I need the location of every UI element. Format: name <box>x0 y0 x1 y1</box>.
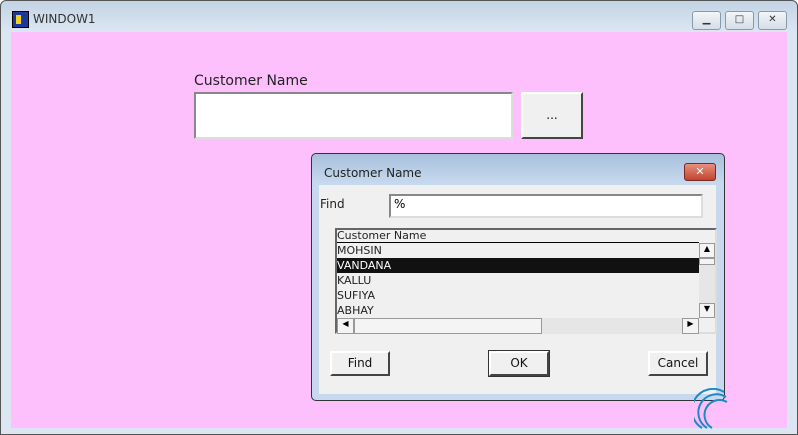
maximize-button[interactable]: □ <box>725 11 754 30</box>
list-item[interactable]: SUFIYA <box>337 288 699 303</box>
ok-button[interactable]: OK <box>488 350 550 377</box>
cancel-button[interactable]: Cancel <box>648 351 708 376</box>
watermark-swirl-icon <box>694 388 728 429</box>
list-item[interactable]: ABHAY <box>337 303 699 318</box>
close-button[interactable]: ✕ <box>758 11 787 30</box>
list-item[interactable]: KALLU <box>337 273 699 288</box>
horizontal-scroll-thumb[interactable] <box>354 318 542 334</box>
app-icon <box>12 11 29 28</box>
find-button[interactable]: Find <box>330 351 390 376</box>
scroll-left-icon[interactable]: ◀ <box>337 318 354 334</box>
scroll-right-icon[interactable]: ▶ <box>682 318 699 334</box>
watermark-logo <box>694 388 794 432</box>
dialog-close-button[interactable]: ✕ <box>684 163 716 181</box>
scroll-up-icon[interactable]: ▲ <box>699 243 715 258</box>
vertical-scroll-thumb[interactable] <box>699 258 715 265</box>
list-item-selected[interactable]: VANDANA <box>337 258 699 273</box>
customer-lookup-dialog: Customer Name ✕ Find % Customer Name MOH… <box>311 153 725 401</box>
dialog-body: Find % Customer Name MOHSIN VANDANA KALL… <box>319 185 717 394</box>
dialog-title: Customer Name <box>324 166 422 180</box>
find-label: Find <box>320 197 345 211</box>
window-title: WINDOW1 <box>33 12 96 26</box>
minimize-button[interactable]: ▁ <box>692 11 721 30</box>
find-input[interactable]: % <box>389 194 703 218</box>
customer-name-input[interactable] <box>194 92 513 139</box>
list-header[interactable]: Customer Name <box>337 230 699 243</box>
list-item[interactable]: MOHSIN <box>337 243 699 258</box>
horizontal-scrollbar[interactable]: ◀ ▶ <box>337 318 699 334</box>
vertical-scrollbar[interactable]: ▲ ▼ <box>699 243 715 318</box>
scroll-down-icon[interactable]: ▼ <box>699 303 715 318</box>
customer-list[interactable]: Customer Name MOHSIN VANDANA KALLU SUFIY… <box>335 228 717 334</box>
customer-name-label: Customer Name <box>194 73 308 89</box>
browse-button[interactable]: ... <box>521 92 583 139</box>
